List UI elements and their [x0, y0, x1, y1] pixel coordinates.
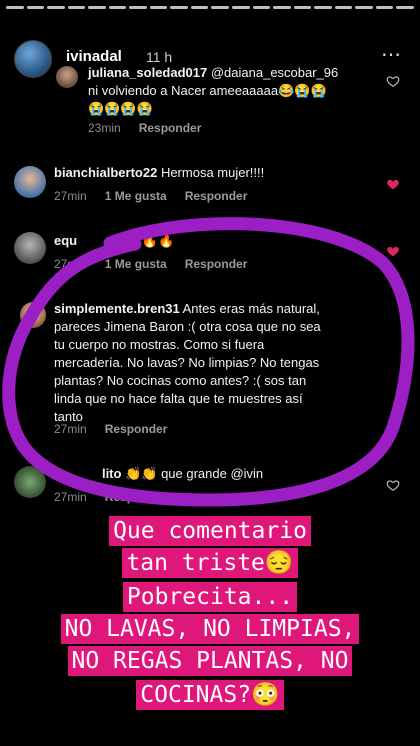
comment-text: tu cuerpo no mostras. Como si fuera [54, 337, 265, 352]
likes-count[interactable]: 1 Me gusta [105, 189, 167, 203]
heart-filled-icon[interactable] [386, 244, 400, 258]
comment-time: 27min [54, 257, 87, 271]
comment-mention[interactable]: @daiana_escobar_96 [211, 65, 338, 80]
likes-count[interactable]: 1 Me gusta [105, 257, 167, 271]
post-time: 11 h [146, 49, 173, 65]
comment: equ nos 🔥🔥 [54, 232, 374, 250]
comment-text: pareces Jimena Baron :( otra cosa que no… [54, 319, 321, 334]
heart-outline-icon[interactable] [386, 74, 400, 88]
comment-text: 🔥🔥 [141, 233, 175, 248]
caption-text: Que comentario [109, 516, 311, 546]
caption-line: COCINAS?😳 [0, 680, 420, 710]
comment: simplemente.bren31 Antes eras más natura… [54, 300, 376, 426]
comment: bianchialberto22 Hermosa mujer!!!! [54, 164, 374, 182]
comment-username[interactable]: juliana_soledad017 [88, 65, 207, 80]
avatar[interactable] [56, 66, 78, 88]
caption-text: COCINAS?😳 [136, 680, 284, 710]
comment-time: 27min [54, 490, 87, 504]
story-progress-bar [6, 6, 414, 9]
comment-username[interactable]: d [54, 466, 62, 481]
heart-outline-icon[interactable] [386, 478, 400, 492]
reply-button[interactable]: Responder [185, 189, 248, 203]
caption-text: tan triste😔 [122, 548, 298, 578]
reply-button[interactable]: Resp [105, 490, 134, 504]
comment-text: 👏👏 que grande @ivin [125, 466, 264, 481]
comment-text: 😭😭😭😭 [88, 101, 153, 116]
caption-text: Pobrecita... [122, 582, 298, 612]
comment-text: plantas? No cocinas como antes? :( sos t… [54, 373, 307, 388]
author-avatar[interactable] [14, 40, 52, 78]
comment-time: 23min [88, 121, 121, 135]
comment-text: ni volviendo a Nacer ameeaaaaa😂😭😭 [88, 83, 327, 98]
caption-line: tan triste😔 [0, 548, 420, 578]
comment-username-tail[interactable]: nos [115, 233, 138, 248]
caption-line: Que comentario [0, 516, 420, 546]
heart-filled-icon[interactable] [386, 177, 400, 191]
caption-line: NO REGAS PLANTAS, NO [0, 646, 420, 676]
reply-button[interactable]: Responder [185, 257, 248, 271]
comment-username[interactable]: equ [54, 233, 77, 248]
caption-line: NO LAVAS, NO LIMPIAS, [0, 614, 420, 644]
comment-time: 27min [54, 422, 87, 436]
caption-text: NO REGAS PLANTAS, NO [67, 646, 353, 676]
avatar[interactable] [14, 232, 46, 264]
avatar[interactable] [20, 302, 46, 328]
comment-meta: 27min 1 Me gusta Responder [54, 189, 247, 203]
caption-text: NO LAVAS, NO LIMPIAS, [60, 614, 360, 644]
more-dots-icon[interactable]: ⋯ [381, 42, 402, 67]
reply-button[interactable]: Responder [139, 121, 202, 135]
comment-meta: 27min 1 Me gusta Responder [54, 257, 247, 271]
comment-text: linda que no hace falta que te muestres … [54, 391, 303, 406]
comment-username[interactable]: bianchialberto22 [54, 165, 157, 180]
comment-username-tail[interactable]: lito [102, 466, 122, 481]
comment-meta: 23min Responder [88, 121, 201, 135]
author-name[interactable]: ivinadal [66, 48, 122, 65]
comment-meta: 27min Resp [54, 490, 134, 504]
comment: d lito 👏👏 que grande @ivin [54, 465, 374, 483]
comment: juliana_soledad017 @daiana_escobar_96 ni… [88, 64, 378, 118]
caption-line: Pobrecita... [0, 582, 420, 612]
avatar[interactable] [14, 166, 46, 198]
reply-button[interactable]: Responder [105, 422, 168, 436]
avatar[interactable] [14, 466, 46, 498]
comment-text: mercadería. No lavas? No limpias? No ten… [54, 355, 320, 370]
comment-time: 27min [54, 189, 87, 203]
comment-text: Antes eras más natural, [182, 301, 320, 316]
comment-meta: 27min Responder [54, 422, 167, 436]
comment-text: Hermosa mujer!!!! [160, 165, 265, 180]
comment-username[interactable]: simplemente.bren31 [54, 301, 180, 316]
